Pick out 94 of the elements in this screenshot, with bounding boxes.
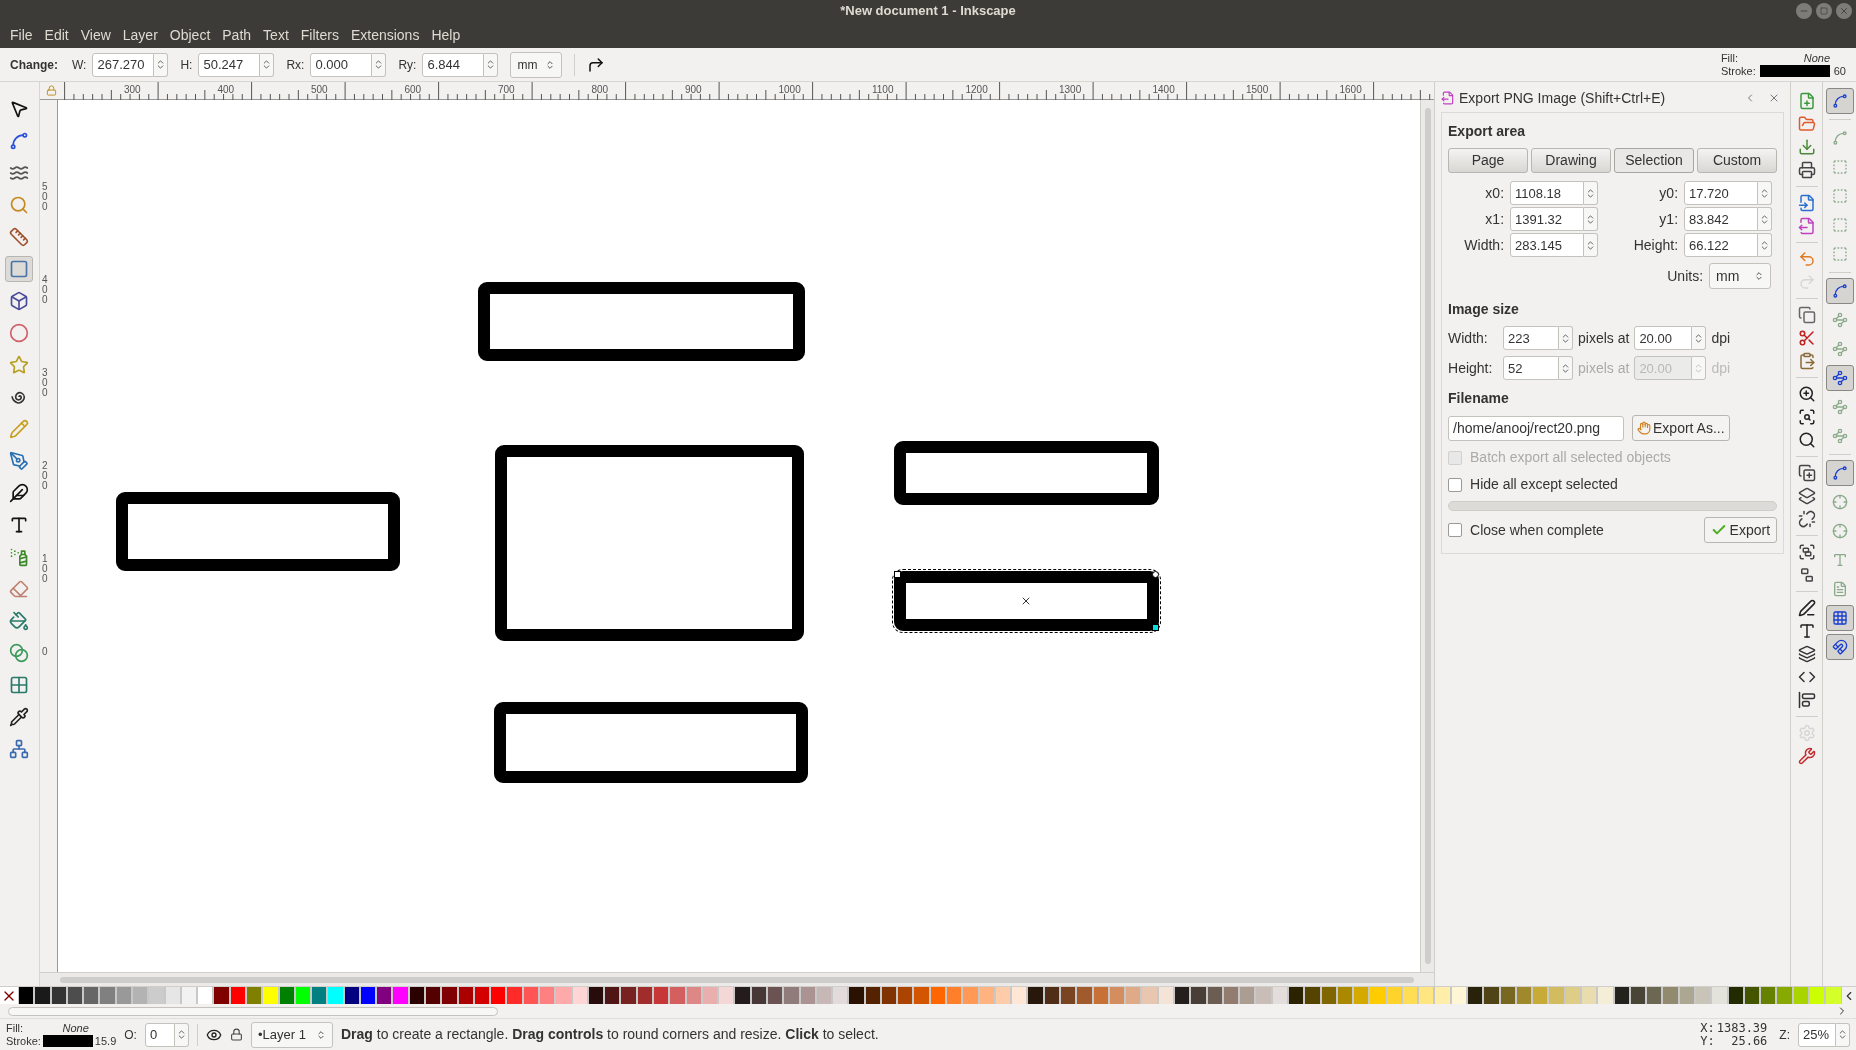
ruler-label: 800 — [591, 83, 609, 97]
stroke-width: 15.9 — [94, 1034, 117, 1048]
coord-field[interactable]: 283.145 — [1510, 233, 1585, 257]
section-heading: Filename — [1448, 389, 1510, 408]
field-label: Rx: — [286, 56, 305, 74]
menu-item[interactable]: Text — [257, 24, 295, 46]
ruler-label: 500 — [310, 83, 328, 97]
menu-item[interactable]: Object — [163, 24, 217, 46]
field-label: Ry: — [398, 56, 417, 74]
ruler-label: 400 — [217, 83, 235, 97]
stroke-width: 60 — [1833, 64, 1846, 78]
export-button[interactable]: Export — [1703, 517, 1778, 543]
zoom-field[interactable]: 25% — [1798, 1022, 1836, 1047]
y-coordinate: 25.66 — [1730, 1034, 1768, 1048]
dpi-field[interactable]: 20.00 — [1634, 326, 1693, 350]
fill-label: Fill: — [1720, 51, 1739, 65]
option-label: Batch export all selected objects — [1470, 448, 1671, 467]
ruler-label: 300 — [41, 368, 49, 398]
number-field[interactable]: 267.270 — [92, 52, 155, 77]
zoom-label: Z: — [1779, 1026, 1790, 1044]
number-field[interactable]: 0.000 — [310, 52, 373, 77]
stroke-label: Stroke: — [6, 1034, 41, 1048]
section-heading: Image size — [1448, 300, 1520, 319]
units-label: Units: — [1667, 266, 1704, 286]
area-button[interactable]: Drawing — [1531, 148, 1612, 173]
menu-item[interactable]: Path — [216, 24, 258, 46]
ruler-label: 700 — [497, 83, 515, 97]
option-label: Close when complete — [1470, 520, 1605, 540]
field-label: W: — [72, 56, 87, 74]
pixel-field[interactable]: 223 — [1503, 326, 1560, 350]
status-message: Drag to create a rectangle. Drag controls to round corners and resize. Click to select. — [340, 1025, 880, 1044]
y-label: Y: — [1700, 1034, 1715, 1048]
opacity-field[interactable]: 0 — [144, 1022, 175, 1047]
menu-item[interactable]: File — [4, 24, 39, 46]
ruler-label: 1400 — [1152, 83, 1175, 97]
option-label: Hide all except selected — [1470, 475, 1618, 494]
menu-item[interactable]: Extensions — [344, 24, 426, 46]
coord-field[interactable]: 83.842 — [1684, 207, 1759, 231]
pixels-at-label: pixels at — [1578, 328, 1630, 348]
layer-dropdown[interactable]: •Layer 1 — [250, 1021, 333, 1048]
panel-title: Export PNG Image (Shift+Ctrl+E) — [1459, 88, 1667, 108]
x-coordinate: 1383.39 — [1716, 1021, 1768, 1035]
coord-label: Width: — [1463, 235, 1506, 255]
ruler-label: 100 — [41, 554, 49, 584]
ruler-label: 900 — [684, 83, 702, 97]
coord-label: x1: — [1484, 209, 1506, 229]
coord-field[interactable]: 1108.18 — [1510, 181, 1585, 205]
fill-label: Fill: — [6, 1021, 25, 1035]
opacity-label: O: — [124, 1026, 137, 1044]
coord-label: y1: — [1658, 209, 1680, 229]
coord-label: y0: — [1658, 183, 1680, 203]
area-button[interactable]: Page — [1448, 148, 1529, 173]
number-field[interactable]: 6.844 — [422, 52, 485, 77]
coord-field[interactable]: 1391.32 — [1510, 207, 1585, 231]
size-label: Height: — [1448, 358, 1494, 378]
ruler-label: 200 — [41, 461, 49, 491]
menu-item[interactable]: View — [74, 24, 117, 46]
size-label: Width: — [1448, 328, 1489, 348]
ruler-label: 1500 — [1245, 83, 1269, 97]
export-as-button[interactable]: Export As... — [1632, 415, 1730, 441]
area-button[interactable]: Selection — [1614, 148, 1695, 173]
ruler-label: 1000 — [778, 83, 801, 97]
filename-field[interactable]: /home/anooj/rect20.png — [1448, 415, 1625, 441]
number-field[interactable]: 50.247 — [198, 52, 261, 77]
unit-dropdown[interactable]: mm — [510, 51, 563, 78]
menu-item[interactable]: Help — [425, 24, 467, 46]
pixels-at-label: pixels at — [1578, 358, 1630, 378]
area-button[interactable]: Custom — [1697, 148, 1778, 173]
coord-label: Height: — [1632, 235, 1680, 255]
window-title: *New document 1 - Inkscape — [840, 2, 1016, 21]
ruler-label: 300 — [123, 83, 141, 97]
ruler-label: 600 — [404, 83, 422, 97]
ruler-label: 0 — [41, 647, 49, 657]
ruler-label: 1300 — [1058, 83, 1082, 97]
stroke-label: Stroke: — [1720, 64, 1756, 78]
ruler-label: 1200 — [965, 83, 988, 97]
coord-label: x0: — [1484, 183, 1506, 203]
units-dropdown[interactable]: mm — [1709, 263, 1772, 289]
section-heading: Export area — [1448, 122, 1527, 141]
menu-item[interactable]: Edit — [38, 24, 75, 46]
field-label: H: — [180, 56, 193, 74]
menu-item[interactable]: Filters — [294, 24, 345, 46]
ruler-label: 500 — [41, 182, 49, 212]
coord-field[interactable]: 17.720 — [1684, 181, 1759, 205]
menu-item[interactable]: Layer — [116, 24, 164, 46]
ruler-label: 1100 — [871, 83, 894, 97]
fill-value: None — [61, 1021, 90, 1035]
x-label: X: — [1700, 1021, 1715, 1035]
coord-field[interactable]: 66.122 — [1684, 233, 1759, 257]
dpi-label: dpi — [1711, 328, 1731, 348]
fill-value: None — [1802, 51, 1831, 65]
ruler-label: 1600 — [1339, 83, 1362, 97]
change-label: Change: — [10, 56, 58, 74]
ruler-label: 400 — [41, 275, 49, 305]
